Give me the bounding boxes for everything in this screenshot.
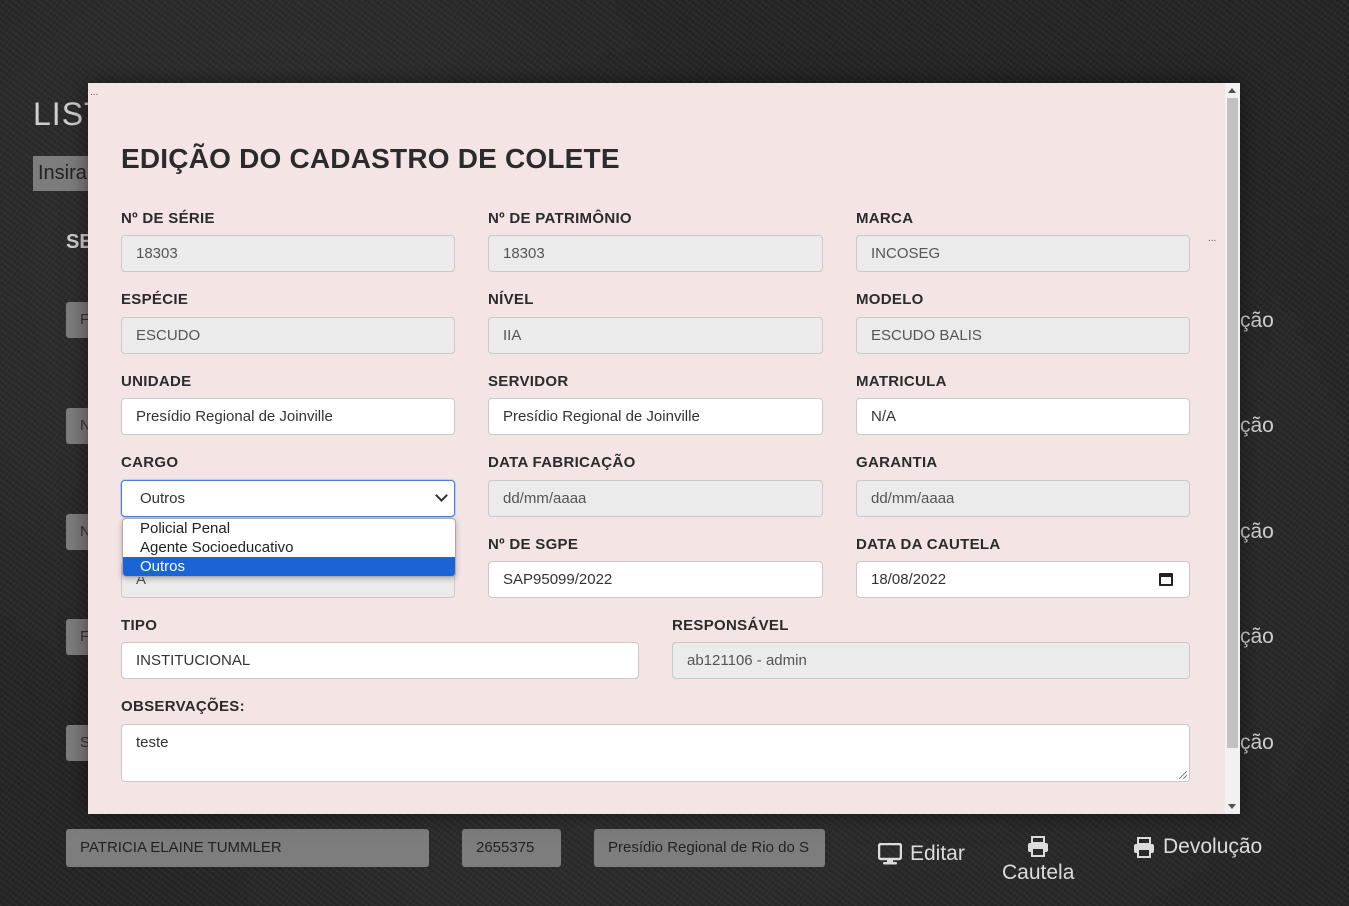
observacoes-textarea[interactable]: teste: [121, 724, 1190, 782]
matricula-label: MATRICULA: [856, 373, 947, 390]
especie-field[interactable]: ESCUDO: [121, 317, 455, 354]
calendar-icon[interactable]: [1159, 573, 1173, 586]
data-fabricacao-label: DATA FABRICAÇÃO: [488, 454, 636, 471]
cargo-select[interactable]: Outros: [121, 480, 455, 517]
modelo-label: MODELO: [856, 291, 924, 308]
scrollbar-thumb[interactable]: [1227, 98, 1238, 748]
cautela-button-label: Cautela: [1002, 861, 1075, 884]
nivel-field[interactable]: IIA: [488, 317, 823, 354]
resize-handle-icon[interactable]: [1179, 771, 1187, 779]
unidade-field[interactable]: Presídio Regional de Joinville: [121, 398, 455, 435]
responsavel-label: RESPONSÁVEL: [672, 617, 789, 634]
modal-side-dots: ...: [1208, 233, 1217, 244]
tipo-label: TIPO: [121, 617, 158, 634]
marca-label: MARCA: [856, 210, 914, 227]
data-cautela-value: 18/08/2022: [871, 571, 947, 588]
garantia-field[interactable]: dd/mm/aaaa: [856, 480, 1190, 517]
data-fabricacao-field[interactable]: dd/mm/aaaa: [488, 480, 823, 517]
serie-label: Nº DE SÉRIE: [121, 210, 215, 227]
edit-button-label: Editar: [910, 842, 965, 865]
scroll-down-arrow-icon[interactable]: [1228, 804, 1236, 809]
background-matricula-field[interactable]: 2655375: [462, 829, 561, 867]
background-devolucao-link[interactable]: ção: [1240, 520, 1274, 544]
cargo-select-value: Outros: [140, 490, 186, 507]
observacoes-value: teste: [136, 734, 169, 751]
cargo-option-policial-penal[interactable]: Policial Penal: [123, 519, 455, 538]
modelo-field[interactable]: ESCUDO BALIS: [856, 317, 1190, 354]
tipo-field[interactable]: INSTITUCIONAL: [121, 642, 639, 679]
marca-field[interactable]: INCOSEG: [856, 235, 1190, 272]
sgpe-field[interactable]: SAP95099/2022: [488, 561, 823, 598]
cargo-label: CARGO: [121, 454, 179, 471]
servidor-label: SERVIDOR: [488, 373, 569, 390]
data-cautela-field[interactable]: 18/08/2022: [856, 561, 1190, 598]
patrimonio-field[interactable]: 18303: [488, 235, 823, 272]
cargo-dropdown-list: Policial Penal Agente Socioeducativo Out…: [122, 518, 456, 577]
modal-corner-dots: ...: [90, 87, 99, 98]
serie-field[interactable]: 18303: [121, 235, 455, 272]
especie-label: ESPÉCIE: [121, 291, 189, 308]
nivel-label: NÍVEL: [488, 291, 534, 308]
cargo-option-agente-socioeducativo[interactable]: Agente Socioeducativo: [123, 538, 455, 557]
background-devolucao-link[interactable]: ção: [1240, 625, 1274, 649]
background-devolucao-link[interactable]: ção: [1240, 731, 1274, 755]
background-devolucao-link[interactable]: ção: [1240, 309, 1274, 333]
unidade-label: UNIDADE: [121, 373, 192, 390]
patrimonio-label: Nº DE PATRIMÔNIO: [488, 210, 632, 227]
chevron-down-icon: [435, 489, 448, 502]
garantia-label: GARANTIA: [856, 454, 938, 471]
servidor-field[interactable]: Presídio Regional de Joinville: [488, 398, 823, 435]
background-name-field[interactable]: PATRICIA ELAINE TUMMLER: [66, 829, 429, 867]
cautela-button[interactable]: Cautela: [1002, 836, 1074, 885]
devolucao-button-label: Devolução: [1163, 835, 1263, 858]
modal-scrollbar[interactable]: [1225, 83, 1240, 814]
printer-icon: [1028, 836, 1049, 857]
data-cautela-label: DATA DA CAUTELA: [856, 536, 1001, 553]
observacoes-label: OBSERVAÇÕES:: [121, 698, 245, 715]
modal-title: EDIÇÃO DO CADASTRO DE COLETE: [121, 143, 620, 174]
responsavel-field[interactable]: ab121106 - admin: [672, 642, 1190, 679]
background-unidade-field[interactable]: Presídio Regional de Rio do S: [594, 829, 825, 867]
scroll-up-arrow-icon[interactable]: [1228, 88, 1236, 93]
devolucao-button[interactable]: Devolução: [1133, 835, 1262, 859]
matricula-field[interactable]: N/A: [856, 398, 1190, 435]
printer-icon: [1134, 836, 1154, 858]
sgpe-label: Nº DE SGPE: [488, 536, 579, 553]
background-devolucao-link[interactable]: ção: [1240, 414, 1274, 438]
edit-colete-modal: ... ... EDIÇÃO DO CADASTRO DE COLETE Nº …: [88, 83, 1240, 814]
edit-button[interactable]: Editar: [878, 842, 965, 866]
cargo-option-outros[interactable]: Outros: [123, 557, 455, 576]
monitor-icon: [878, 843, 902, 865]
